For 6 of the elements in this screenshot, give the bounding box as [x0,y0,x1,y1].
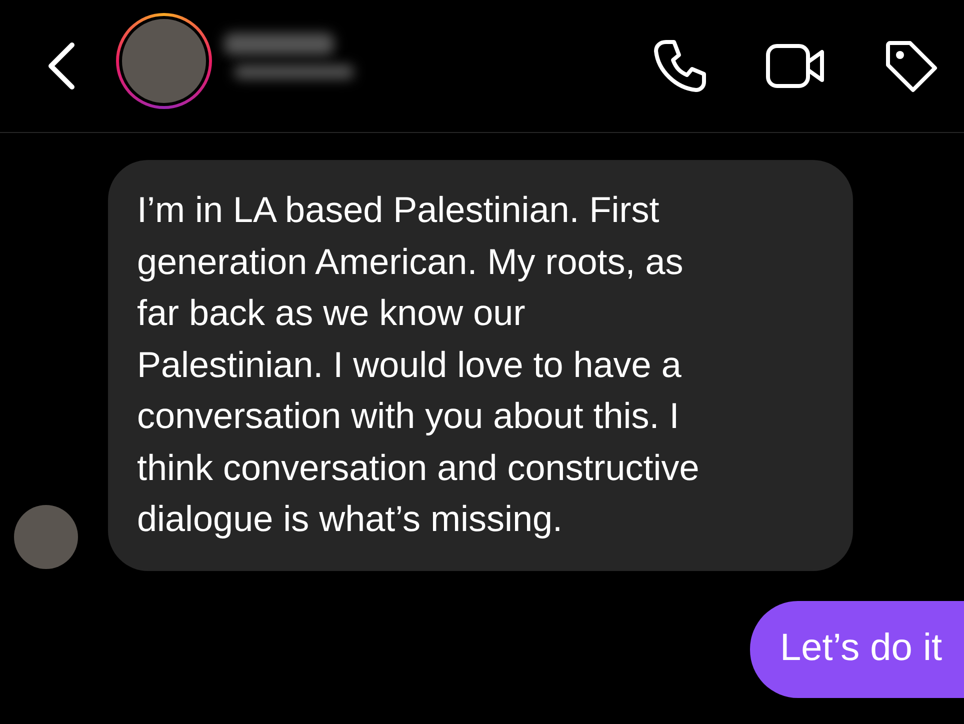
video-camera-icon[interactable] [766,44,826,88]
tag-icon[interactable] [884,39,938,93]
back-icon[interactable] [46,42,76,90]
outgoing-message: Let’s do it [750,600,964,698]
phone-icon[interactable] [652,38,708,94]
incoming-message: I’m in LA based Palestinian. First generation American. My roots, as far back as we know our Palestinian. I would love to have a conversation with you about this. I think conversation and constructive dialogue is what’s missing. [108,160,853,570]
